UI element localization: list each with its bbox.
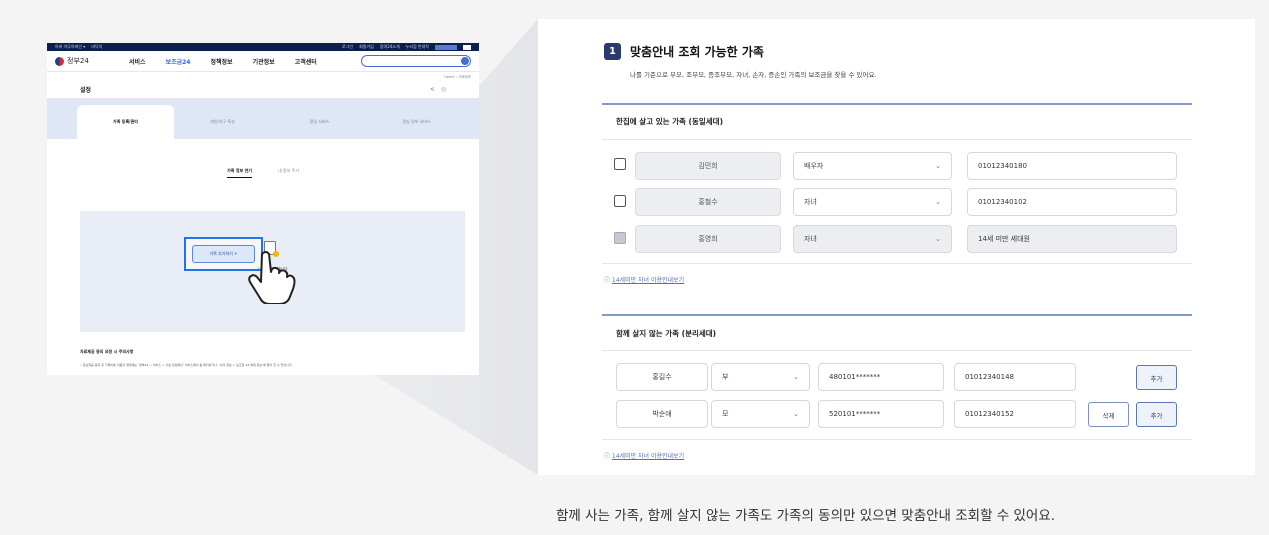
util-item[interactable]: 아바 아무아파인 ▾	[55, 44, 85, 50]
relation-value: 자녀	[804, 235, 817, 243]
search-input[interactable]	[361, 55, 471, 67]
tab-alerts[interactable]: 알림 서비스	[271, 105, 368, 139]
relation-value: 부	[722, 373, 729, 381]
util-sitemap[interactable]: 누리집 반대작	[406, 44, 429, 50]
nav-support[interactable]: 고객센터	[295, 57, 317, 66]
section-divider	[602, 314, 1192, 316]
util-login[interactable]: 로그인	[342, 44, 353, 50]
utility-bar: 아바 아무아파인 ▾ 바닥치 로그인 회원가입 참여24소개 누리집 반대작	[47, 43, 479, 51]
util-about[interactable]: 참여24소개	[380, 44, 400, 50]
tab-personal[interactable]: 개인/가구 특성	[174, 105, 271, 139]
print-icon[interactable]: ◎	[441, 86, 446, 93]
breadcrumb: Home › 사회정보	[444, 75, 471, 79]
divider	[602, 439, 1192, 440]
panel-title: 맞춤안내 조회 가능한 가족	[630, 45, 764, 59]
phone-input[interactable]: 01012340148	[954, 363, 1076, 391]
chevron-down-icon: ⌄	[935, 198, 941, 206]
section-divider	[602, 103, 1192, 105]
chevron-down-icon: ⌄	[935, 162, 941, 170]
family-name[interactable]: 홍길수	[616, 363, 708, 391]
nav-agency[interactable]: 기관정보	[253, 57, 275, 66]
phone-input[interactable]: 01012340152	[954, 400, 1076, 428]
family-panel: 1 맞춤안내 조회 가능한 가족 나를 기준으로 부모, 조부모, 증조부모, …	[538, 19, 1255, 475]
caption: 함께 사는 가족, 함께 살지 않는 가족도 가족의 동의만 있으면 맞춤안내 …	[556, 508, 1056, 524]
relation-value: 모	[722, 410, 729, 418]
relation-value: 자녀	[804, 198, 817, 206]
panel-description: 나를 기준으로 부모, 조부모, 증조부모, 자녀, 손자, 증손인 가족의 보…	[630, 71, 877, 79]
chevron-down-icon: ⌄	[793, 373, 799, 381]
family-checkbox[interactable]	[614, 195, 626, 207]
nav-subsidy24[interactable]: 보조금24	[166, 57, 191, 66]
family-name: 김민희	[635, 152, 781, 180]
tab-band: 가족 등록/관리 개인/가구 특성 알림 서비스 관심 정보 서비스	[47, 99, 479, 139]
rrn-input[interactable]: 520101*******	[818, 400, 944, 428]
child-info-link[interactable]: ⓘ 14세미만 자녀 이용안내보기	[604, 451, 684, 460]
util-item[interactable]: 바닥치	[91, 44, 102, 50]
step-badge: 1	[604, 43, 621, 60]
child-info-link[interactable]: ⓘ 14세미만 자녀 이용안내보기	[604, 275, 684, 284]
nav-policy[interactable]: 정책정보	[210, 57, 232, 66]
share-icon[interactable]: <	[430, 86, 435, 93]
child-info-text[interactable]: 14세미만 자녀 이용안내보기	[612, 277, 684, 284]
subtabs: 가족 정보 연기 내 정보 주기	[47, 168, 479, 178]
notice-text: • 정보제공 동의 후 가족이를 이용할 경우에는 '정부24 > 서비스 > …	[80, 363, 293, 367]
chevron-down-icon: ⌄	[935, 235, 941, 243]
relation-select[interactable]: 모 ⌄	[711, 400, 810, 428]
tab-interest[interactable]: 관심 정보 서비스	[368, 105, 465, 139]
relation-select[interactable]: 자녀 ⌄	[793, 188, 952, 216]
util-toggle[interactable]	[463, 44, 471, 50]
page-title: 설정	[80, 87, 92, 94]
relation-value: 배우자	[804, 162, 824, 170]
rrn-input[interactable]: 480101*******	[818, 363, 944, 391]
same-household-title: 한집에 살고 있는 가족 (동일세대)	[616, 117, 723, 126]
add-family-button[interactable]: 가족 추가하기 +	[192, 245, 255, 263]
delete-button[interactable]: 삭제	[1088, 402, 1129, 427]
global-nav: 정부24 서비스 보조금24 정책정보 기관정보 고객센터	[47, 51, 479, 72]
subtab-my-info[interactable]: 내 정보 주기	[278, 168, 299, 178]
family-name: 홍철수	[635, 188, 781, 216]
page-header: 설정 < ◎	[47, 81, 479, 99]
divider	[602, 350, 1192, 351]
util-signup[interactable]: 회원가입	[359, 44, 374, 50]
nav-services[interactable]: 서비스	[129, 57, 146, 66]
chevron-down-icon: ⌄	[793, 410, 799, 418]
family-name: 홍영희	[635, 225, 781, 253]
logo-text: 정부24	[67, 57, 89, 65]
divider	[602, 139, 1192, 140]
mini-screenshot: 아바 아무아파인 ▾ 바닥치 로그인 회원가입 참여24소개 누리집 반대작 정…	[47, 43, 479, 375]
add-button[interactable]: 추가	[1136, 365, 1177, 390]
family-name[interactable]: 박순애	[616, 400, 708, 428]
child-info-text[interactable]: 14세미만 자녀 이용안내보기	[612, 453, 684, 460]
phone-input[interactable]: 01012340180	[967, 152, 1177, 180]
relation-select[interactable]: 배우자 ⌄	[793, 152, 952, 180]
pointer-hand-icon	[248, 251, 296, 304]
search-icon[interactable]	[461, 57, 469, 65]
notice-title: 자료제공 동의 요청 시 주의사항	[80, 349, 134, 354]
taegeuk-icon	[55, 56, 64, 66]
subtab-family-info[interactable]: 가족 정보 연기	[227, 168, 252, 178]
relation-select-disabled: 자녀 ⌄	[793, 225, 952, 253]
relation-select[interactable]: 부 ⌄	[711, 363, 810, 391]
util-lang-button[interactable]	[435, 44, 457, 50]
separate-household-title: 함께 살지 않는 가족 (분리세대)	[616, 329, 717, 338]
phone-input[interactable]: 01012340102	[967, 188, 1177, 216]
add-button[interactable]: 추가	[1136, 402, 1177, 427]
site-logo[interactable]: 정부24	[55, 56, 119, 66]
family-checkbox[interactable]	[614, 158, 626, 170]
divider	[602, 263, 1192, 264]
stage: 아바 아무아파인 ▾ 바닥치 로그인 회원가입 참여24소개 누리집 반대작 정…	[0, 0, 1269, 535]
family-checkbox-disabled	[614, 232, 626, 244]
phone-input-disabled: 14세 미만 세대원	[967, 225, 1177, 253]
tab-family[interactable]: 가족 등록/관리	[77, 105, 174, 139]
